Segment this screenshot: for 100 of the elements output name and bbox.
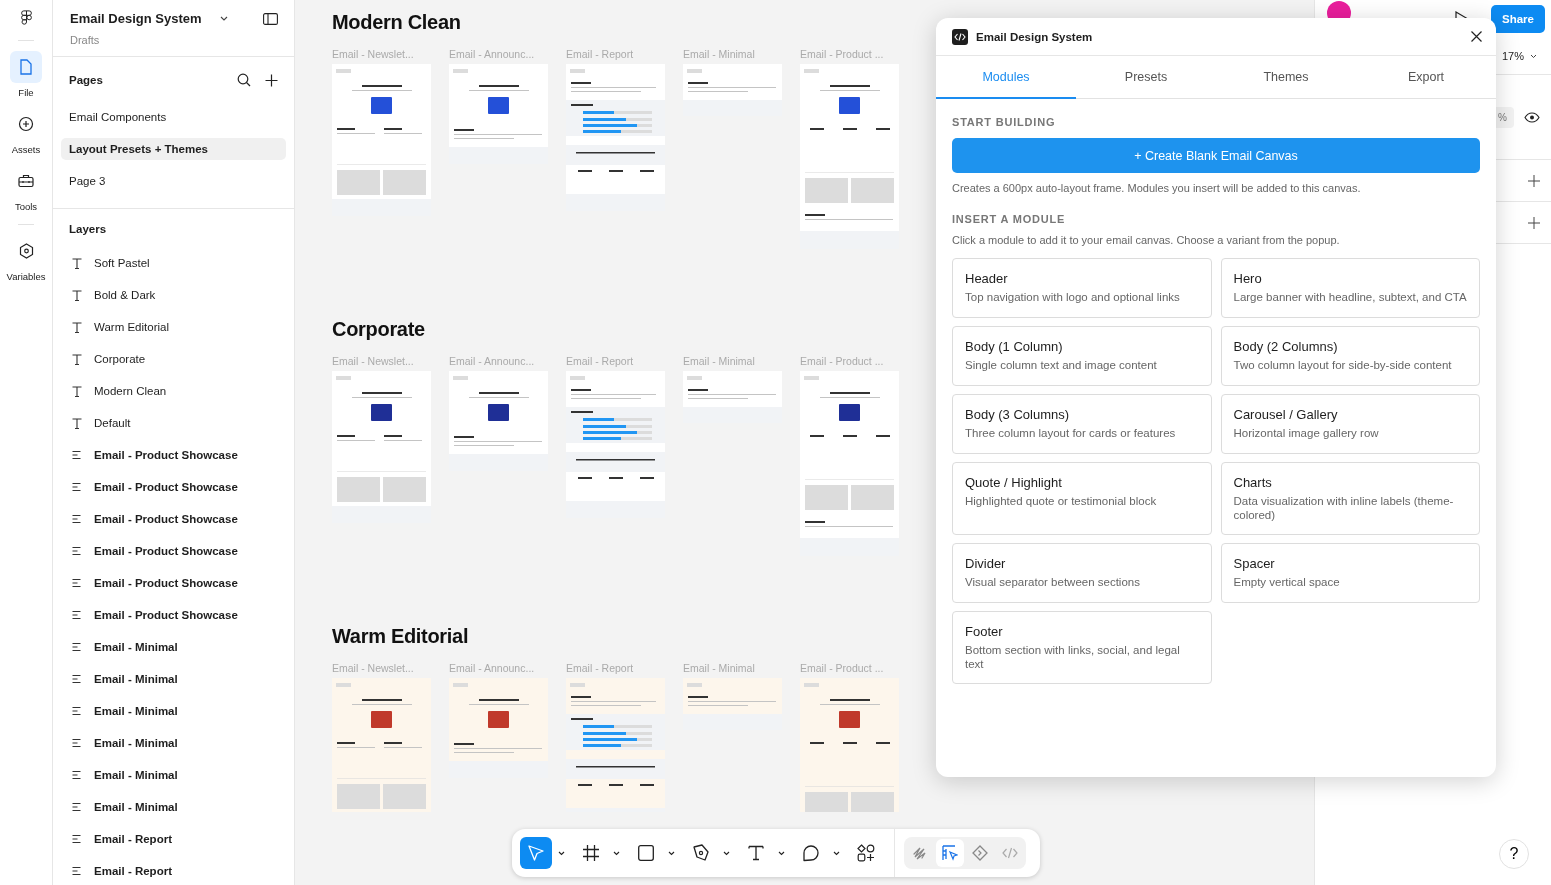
auto-layout-icon <box>72 546 82 556</box>
layer-item[interactable]: Email - Product Showcase <box>94 513 238 525</box>
module-card[interactable]: Charts Data visualization with inline labels (theme-colored) <box>1220 462 1480 535</box>
module-card[interactable]: Divider Visual separator between sections <box>952 543 1212 603</box>
module-description: Large banner with headline, subtext, and CTA <box>1233 290 1467 304</box>
page-item[interactable]: Page 3 <box>61 170 286 192</box>
module-description: Empty vertical space <box>1233 575 1341 589</box>
module-description: Bottom section with links, social, and legal text <box>965 643 1181 671</box>
tab[interactable]: Modules <box>936 56 1076 99</box>
module-title: Spacer <box>1233 556 1276 571</box>
caret-icon[interactable] <box>613 850 620 856</box>
share-button[interactable]: Share <box>1491 5 1545 33</box>
layer-item[interactable]: Email - Product Showcase <box>94 449 238 461</box>
module-card[interactable]: Body (2 Columns) Two column layout for side-by-side content <box>1220 326 1480 386</box>
layer-item[interactable]: Email - Minimal <box>94 705 178 717</box>
auto-layout-icon <box>72 610 82 620</box>
module-card[interactable]: Body (1 Column) Single column text and image content <box>952 326 1212 386</box>
module-title: Body (2 Columns) <box>1233 339 1339 354</box>
tab[interactable]: Themes <box>1216 56 1356 99</box>
hexagon-icon <box>18 243 34 259</box>
layer-item[interactable]: Email - Minimal <box>94 801 178 813</box>
chevron-down-icon[interactable] <box>219 16 228 21</box>
auto-layout-icon <box>72 674 82 684</box>
layer-item[interactable]: Corporate <box>94 353 146 365</box>
layer-item[interactable]: Soft Pastel <box>94 257 150 269</box>
file-name[interactable]: Email Design System <box>70 11 202 26</box>
frame-icon <box>583 845 599 861</box>
module-card[interactable]: Carousel / Gallery Horizontal image gallery row <box>1220 394 1480 454</box>
layers-heading: Layers <box>69 223 108 235</box>
help-button[interactable]: ? <box>1499 839 1529 869</box>
app-logo-icon[interactable] <box>20 10 32 26</box>
layer-item[interactable]: Modern Clean <box>94 385 167 397</box>
module-card[interactable]: Footer Bottom section with links, social, and legal text <box>952 611 1212 684</box>
layer-item[interactable]: Bold & Dark <box>94 289 156 301</box>
plugin-title: Email Design System <box>976 30 1093 43</box>
page-item[interactable]: Layout Presets + Themes <box>61 138 286 160</box>
module-card[interactable]: Body (3 Columns) Three column layout for cards or features <box>952 394 1212 454</box>
module-card[interactable]: Header Top navigation with logo and optional links <box>952 258 1212 318</box>
layer-item[interactable]: Email - Product Showcase <box>94 481 238 493</box>
module-card[interactable]: Quote / Highlight Highlighted quote or testimonial block <box>952 462 1212 535</box>
eye-icon[interactable] <box>1524 111 1540 123</box>
text-layer-icon <box>72 353 82 365</box>
text-icon <box>748 845 764 861</box>
layer-item[interactable]: Email - Report <box>94 833 172 845</box>
caret-icon[interactable] <box>778 850 785 856</box>
module-card[interactable]: Hero Large banner with headline, subtext, and CTA <box>1220 258 1480 318</box>
plus-circle-icon <box>18 116 34 132</box>
caret-icon[interactable] <box>668 850 675 856</box>
module-description: Top navigation with logo and optional links <box>965 290 1181 304</box>
layer-item[interactable]: Email - Minimal <box>94 737 178 749</box>
tab[interactable]: Presets <box>1076 56 1216 99</box>
rail-item[interactable]: Tools <box>10 165 42 212</box>
layer-item[interactable]: Warm Editorial <box>94 321 169 333</box>
auto-layout-icon <box>72 866 82 876</box>
close-icon[interactable] <box>1471 31 1482 42</box>
text-layer-icon <box>72 385 82 397</box>
text-layer-icon <box>72 257 82 269</box>
chevron-down-icon[interactable] <box>1530 53 1537 59</box>
pointer-icon <box>527 844 545 862</box>
design-mode-icon <box>942 845 958 861</box>
rail-item[interactable]: Assets <box>10 108 42 155</box>
caret-icon[interactable] <box>723 850 730 856</box>
layer-item[interactable]: Email - Minimal <box>94 641 178 653</box>
section-heading: INSERT A MODULE <box>952 213 1067 225</box>
code-icon <box>1002 847 1018 859</box>
diamond-icon <box>972 845 988 861</box>
auto-layout-icon <box>72 706 82 716</box>
module-description: Horizontal image gallery row <box>1233 426 1380 440</box>
search-icon[interactable] <box>237 73 251 87</box>
module-description: Three column layout for cards or features <box>965 426 1177 440</box>
rectangle-icon <box>638 845 654 861</box>
tab[interactable]: Export <box>1356 56 1496 99</box>
caret-icon[interactable] <box>833 850 840 856</box>
auto-layout-icon <box>72 482 82 492</box>
auto-layout-icon <box>72 514 82 524</box>
layer-item[interactable]: Email - Minimal <box>94 769 178 781</box>
layer-item[interactable]: Email - Product Showcase <box>94 577 238 589</box>
module-title: Header <box>965 271 1009 286</box>
auto-layout-icon <box>72 770 82 780</box>
add-icon[interactable] <box>265 73 278 87</box>
layer-item[interactable]: Email - Report <box>94 865 172 877</box>
module-card[interactable]: Spacer Empty vertical space <box>1220 543 1480 603</box>
auto-layout-icon <box>72 578 82 588</box>
caret-icon[interactable] <box>558 850 565 856</box>
layer-item[interactable]: Email - Product Showcase <box>94 545 238 557</box>
mode-button[interactable] <box>936 839 964 867</box>
zoom-level[interactable]: 17% <box>1501 50 1524 62</box>
section-title: Modern Clean <box>332 11 461 34</box>
layer-item[interactable]: Email - Product Showcase <box>94 609 238 621</box>
layer-item[interactable]: Default <box>94 417 131 429</box>
file-icon <box>19 59 33 75</box>
pages-heading: Pages <box>69 74 103 86</box>
comment-icon <box>802 844 820 862</box>
module-description: Visual separator between sections <box>965 575 1141 589</box>
layer-item[interactable]: Email - Minimal <box>94 673 178 685</box>
rail-item[interactable]: Variables <box>6 235 46 282</box>
page-item[interactable]: Email Components <box>61 106 286 128</box>
helper-text: Creates a 600px auto-layout frame. Modules you insert will be added to this canvas. <box>952 182 1362 194</box>
sidebar-toggle-icon[interactable] <box>263 12 278 25</box>
toolbox-icon <box>18 174 34 188</box>
